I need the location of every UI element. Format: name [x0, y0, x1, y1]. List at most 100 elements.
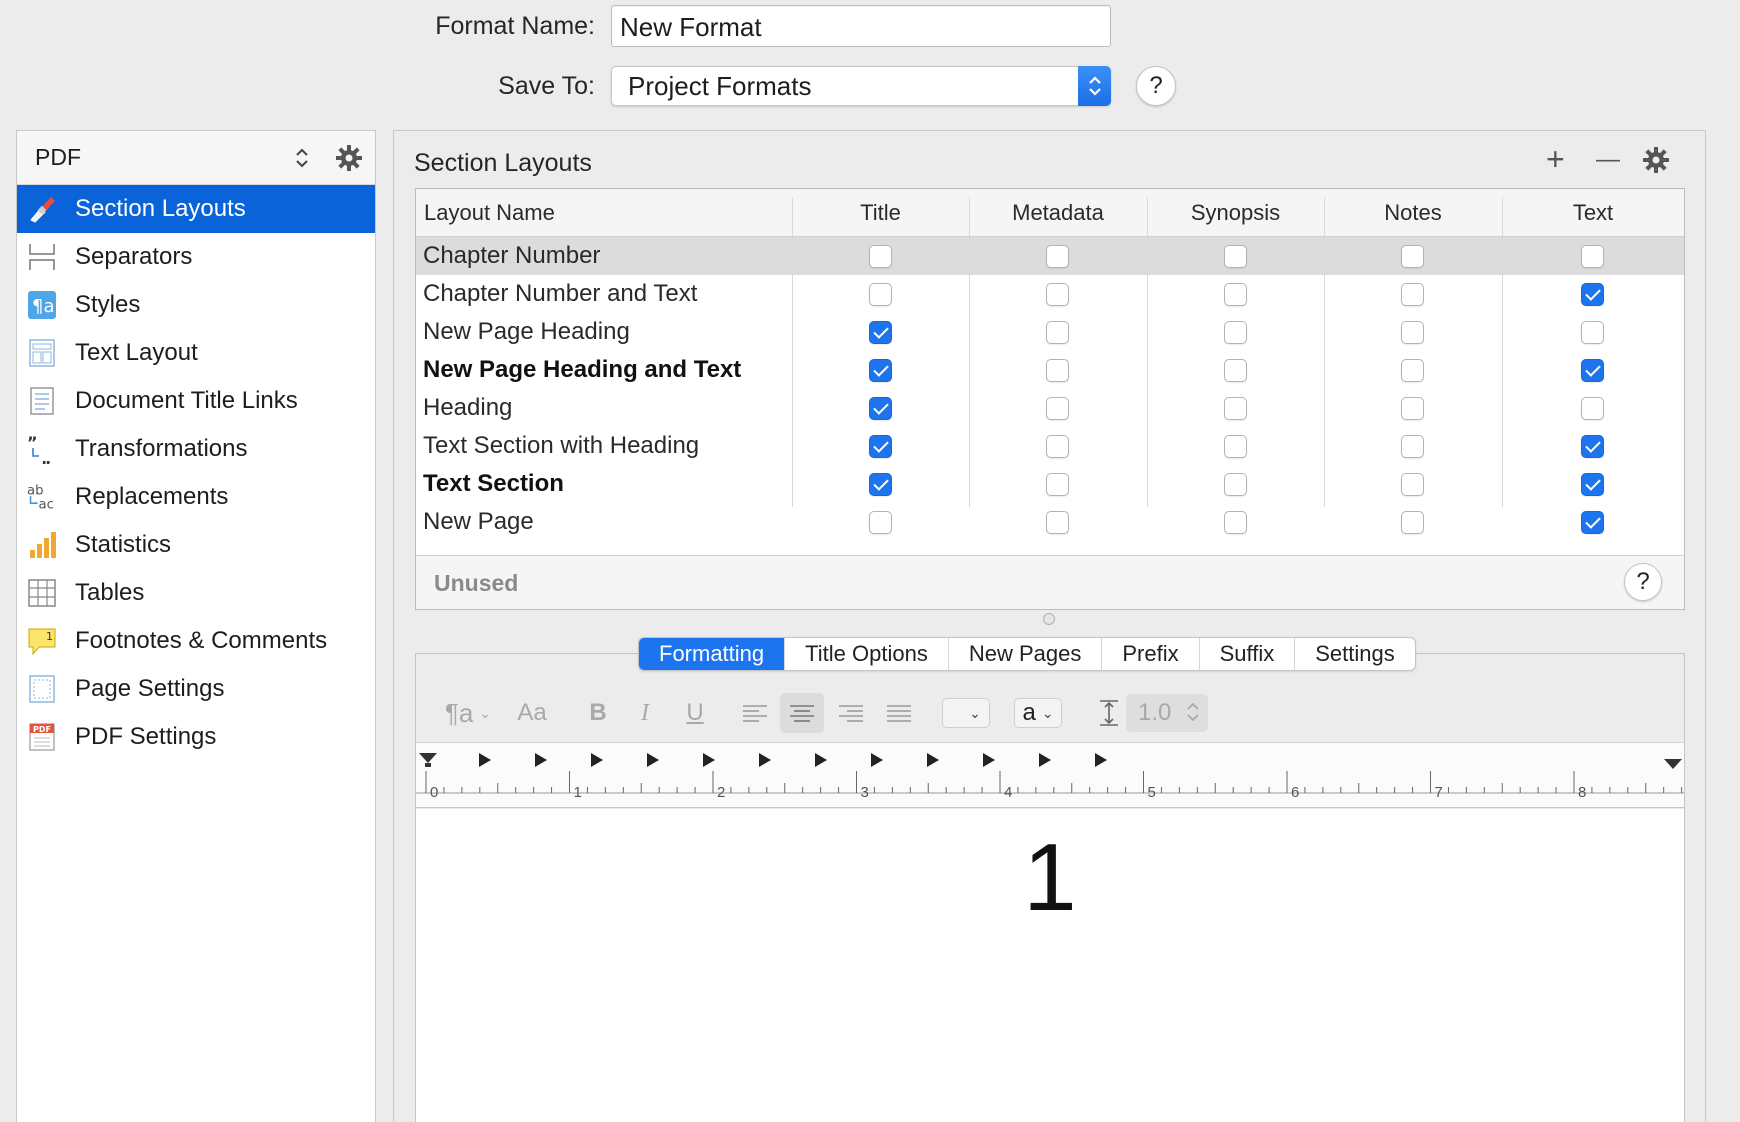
font-size-button[interactable]: Aa — [514, 695, 550, 731]
table-row[interactable]: New Page Heading and Text — [416, 351, 1684, 389]
highlight-color-popup[interactable]: ⌄ — [942, 698, 990, 728]
checkbox-metadata[interactable] — [1046, 283, 1069, 306]
checkbox-text[interactable] — [1581, 245, 1604, 268]
align-right-icon[interactable] — [836, 695, 866, 731]
column-header-text[interactable]: Text — [1502, 189, 1684, 237]
column-header-layout-name[interactable]: Layout Name — [416, 189, 792, 237]
remove-layout-button[interactable]: — — [1596, 146, 1620, 174]
tab-formatting[interactable]: Formatting — [639, 638, 786, 670]
checkbox-synopsis[interactable] — [1223, 511, 1247, 534]
paragraph-style-icon[interactable]: ¶a ⌄ — [444, 695, 492, 731]
tab-stop-icon[interactable] — [479, 753, 491, 767]
checkbox-notes[interactable] — [1401, 511, 1424, 534]
justify-icon[interactable] — [884, 695, 914, 731]
checkbox-text[interactable] — [1581, 473, 1604, 496]
layouts-gear-icon[interactable] — [1642, 146, 1670, 179]
checkbox-title[interactable] — [868, 397, 892, 420]
gear-icon[interactable] — [335, 144, 363, 178]
checkbox-title[interactable] — [868, 511, 892, 534]
checkbox-notes[interactable] — [1401, 397, 1424, 420]
table-row[interactable]: Text Section — [416, 465, 1684, 503]
first-indent-marker-icon[interactable] — [419, 753, 437, 767]
tab-prefix[interactable]: Prefix — [1102, 638, 1200, 670]
checkbox-title[interactable] — [868, 283, 892, 306]
tab-stop-icon[interactable] — [535, 753, 547, 767]
sidebar-item-separators[interactable]: Separators — [17, 233, 375, 281]
align-center-icon[interactable] — [780, 693, 824, 733]
checkbox-synopsis[interactable] — [1223, 397, 1247, 420]
checkbox-title[interactable] — [868, 245, 892, 268]
checkbox-metadata[interactable] — [1046, 245, 1069, 268]
sidebar-item-text-layout[interactable]: Text Layout — [17, 329, 375, 377]
sidebar-item-transformations[interactable]: ” „ Transformations — [17, 425, 375, 473]
table-row[interactable]: Text Section with Heading — [416, 427, 1684, 465]
sidebar-item-replacements[interactable]: ab ac Replacements — [17, 473, 375, 521]
tab-stop-icon[interactable] — [871, 753, 883, 767]
checkbox-text[interactable] — [1581, 359, 1604, 382]
checkbox-metadata[interactable] — [1046, 511, 1069, 534]
checkbox-metadata[interactable] — [1046, 359, 1069, 382]
bold-button[interactable]: B — [583, 695, 613, 731]
sidebar-item-pdf-settings[interactable]: PDF PDF Settings — [17, 713, 375, 761]
italic-button[interactable]: I — [630, 695, 660, 731]
checkbox-metadata[interactable] — [1046, 473, 1069, 496]
checkbox-title[interactable] — [868, 359, 892, 382]
checkbox-text[interactable] — [1581, 397, 1604, 420]
checkbox-text[interactable] — [1581, 321, 1604, 344]
tab-new-pages[interactable]: New Pages — [949, 638, 1103, 670]
sidebar-item-section-layouts[interactable]: Section Layouts — [17, 185, 375, 233]
unused-help-button[interactable]: ? — [1624, 563, 1662, 601]
checkbox-text[interactable] — [1581, 283, 1604, 306]
sidebar-item-footnotes-comments[interactable]: 1 Footnotes & Comments — [17, 617, 375, 665]
tab-stop-icon[interactable] — [1039, 753, 1051, 767]
split-handle[interactable] — [1043, 613, 1055, 625]
right-indent-marker-icon[interactable] — [1664, 759, 1682, 769]
table-row[interactable]: New Page — [416, 503, 1684, 541]
checkbox-synopsis[interactable] — [1223, 473, 1247, 496]
checkbox-synopsis[interactable] — [1223, 321, 1247, 344]
line-spacing-field[interactable]: 1.0 — [1126, 694, 1208, 732]
checkbox-title[interactable] — [868, 435, 892, 458]
checkbox-text[interactable] — [1581, 511, 1604, 534]
checkbox-notes[interactable] — [1401, 283, 1424, 306]
help-button[interactable]: ? — [1136, 66, 1176, 106]
checkbox-metadata[interactable] — [1046, 397, 1069, 420]
tab-stop-icon[interactable] — [927, 753, 939, 767]
checkbox-synopsis[interactable] — [1223, 245, 1247, 268]
sidebar-item-page-settings[interactable]: Page Settings — [17, 665, 375, 713]
add-layout-button[interactable]: + — [1546, 141, 1565, 178]
line-spacing-icon[interactable] — [1096, 695, 1122, 731]
checkbox-notes[interactable] — [1401, 473, 1424, 496]
checkbox-metadata[interactable] — [1046, 321, 1069, 344]
checkbox-notes[interactable] — [1401, 245, 1424, 268]
sidebar-item-statistics[interactable]: Statistics — [17, 521, 375, 569]
checkbox-notes[interactable] — [1401, 435, 1424, 458]
sidebar-item-styles[interactable]: ¶a Styles — [17, 281, 375, 329]
tab-stop-icon[interactable] — [703, 753, 715, 767]
tab-settings[interactable]: Settings — [1295, 638, 1415, 670]
checkbox-title[interactable] — [868, 321, 892, 344]
preview-page[interactable]: 1 — [416, 809, 1684, 1122]
tab-stop-icon[interactable] — [1095, 753, 1107, 767]
table-row[interactable]: Heading — [416, 389, 1684, 427]
column-header-metadata[interactable]: Metadata — [969, 189, 1147, 237]
column-header-notes[interactable]: Notes — [1324, 189, 1502, 237]
checkbox-synopsis[interactable] — [1223, 435, 1247, 458]
checkbox-notes[interactable] — [1401, 359, 1424, 382]
tab-suffix[interactable]: Suffix — [1200, 638, 1296, 670]
format-name-input[interactable]: New Format — [611, 5, 1111, 47]
tab-stop-icon[interactable] — [591, 753, 603, 767]
checkbox-title[interactable] — [868, 473, 892, 496]
table-row[interactable]: Chapter Number — [416, 237, 1684, 275]
table-row[interactable]: New Page Heading — [416, 313, 1684, 351]
sidebar-item-document-title-links[interactable]: Document Title Links — [17, 377, 375, 425]
checkbox-notes[interactable] — [1401, 321, 1424, 344]
column-header-synopsis[interactable]: Synopsis — [1147, 189, 1324, 237]
text-color-popup[interactable]: a ⌄ — [1014, 698, 1062, 728]
ruler[interactable]: 0 1 2 3 4 5 6 7 8 — [416, 742, 1684, 808]
tab-stop-icon[interactable] — [647, 753, 659, 767]
tab-stop-icon[interactable] — [983, 753, 995, 767]
underline-button[interactable]: U — [680, 695, 710, 731]
sidebar-item-tables[interactable]: Tables — [17, 569, 375, 617]
checkbox-text[interactable] — [1581, 435, 1604, 458]
